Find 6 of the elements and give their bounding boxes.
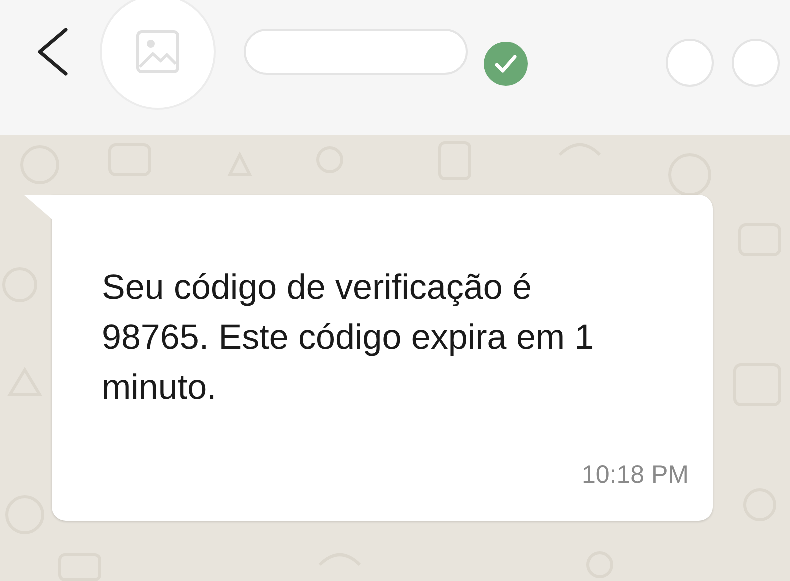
message-time: 10:18 PM xyxy=(582,460,689,491)
action-button[interactable] xyxy=(666,38,714,86)
message-text: Seu código de verificação é 98765. Este código expira em 1 minuto. xyxy=(102,267,596,409)
back-icon[interactable] xyxy=(36,28,70,76)
menu-button[interactable] xyxy=(732,38,780,86)
image-icon xyxy=(135,28,181,74)
